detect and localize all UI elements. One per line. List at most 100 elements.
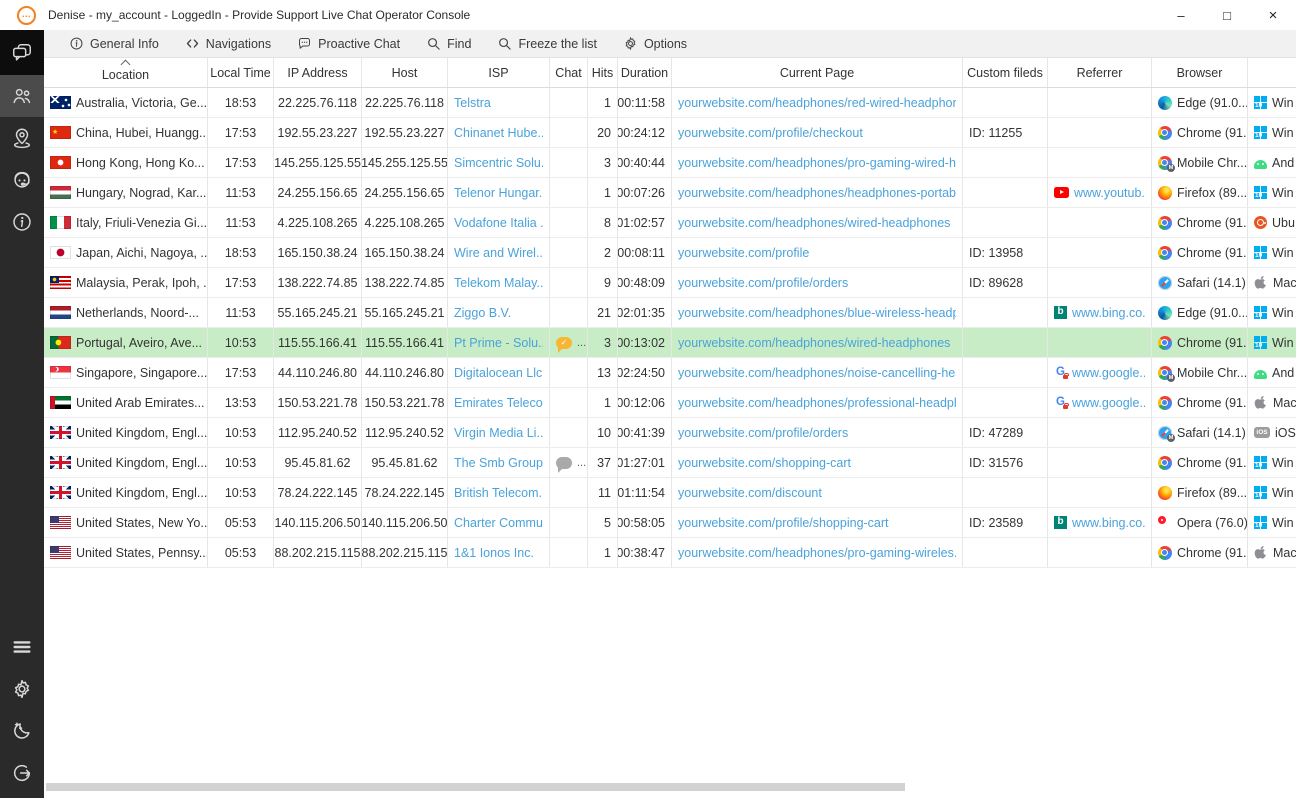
current-page-link[interactable]: yourwebsite.com/profile/orders — [678, 276, 848, 290]
freeze-list-button[interactable]: Freeze the list — [484, 30, 610, 58]
sidebar-item-geo-location[interactable] — [0, 117, 44, 159]
isp-link[interactable]: Digitalocean Llc — [454, 366, 542, 380]
current-page-link[interactable]: yourwebsite.com/headphones/blue-wireless… — [678, 306, 956, 320]
column-header-time[interactable]: Local Time — [208, 58, 274, 87]
visitor-row[interactable]: Italy, Friuli-Venezia Gi...11:534.225.10… — [44, 208, 1296, 238]
isp-link[interactable]: Telstra — [454, 96, 491, 110]
navigations-button[interactable]: Navigations — [172, 30, 284, 58]
sidebar-item-visitors[interactable] — [0, 75, 44, 117]
column-header-host[interactable]: Host — [362, 58, 448, 87]
referrer-link[interactable]: www.bing.co... — [1072, 516, 1145, 530]
current-page-link[interactable]: yourwebsite.com/profile — [678, 246, 809, 260]
os-label: Win — [1272, 486, 1294, 500]
horizontal-scrollbar-thumb[interactable] — [46, 783, 905, 791]
sidebar-item-operator[interactable] — [0, 159, 44, 201]
cell-referrer — [1048, 238, 1152, 267]
referrer-link[interactable]: www.google... — [1072, 366, 1145, 380]
current-page-link[interactable]: yourwebsite.com/headphones/wired-headpho… — [678, 336, 950, 350]
current-page-link[interactable]: yourwebsite.com/headphones/wired-headpho… — [678, 216, 950, 230]
column-header-isp[interactable]: ISP — [448, 58, 550, 87]
referrer-link[interactable]: www.google... — [1072, 396, 1145, 410]
win10-os-icon: 10 — [1254, 486, 1267, 499]
cell-browser: Firefox (89... — [1152, 478, 1248, 507]
visitor-row[interactable]: Netherlands, Noord-...11:5355.165.245.21… — [44, 298, 1296, 328]
referrer-link[interactable]: www.youtub... — [1074, 186, 1145, 200]
flag-hu-icon — [50, 186, 71, 199]
isp-link[interactable]: Virgin Media Li... — [454, 426, 543, 440]
column-header-browser[interactable]: Browser — [1152, 58, 1248, 87]
column-header-ip[interactable]: IP Address — [274, 58, 362, 87]
sidebar-item-settings[interactable] — [0, 668, 44, 710]
apple-os-icon — [1254, 545, 1268, 560]
current-page-link[interactable]: yourwebsite.com/profile/orders — [678, 426, 848, 440]
isp-link[interactable]: The Smb Group — [454, 456, 543, 470]
maximize-button[interactable]: □ — [1204, 0, 1250, 30]
column-header-os[interactable]: OS — [1248, 58, 1296, 87]
isp-link[interactable]: Telenor Hungar... — [454, 186, 543, 200]
current-page-link[interactable]: yourwebsite.com/headphones/red-wired-hea… — [678, 96, 956, 110]
flag-ae-icon — [50, 396, 71, 409]
current-page-link[interactable]: yourwebsite.com/shopping-cart — [678, 456, 851, 470]
cell-location: United Kingdom, Engl... — [44, 478, 208, 507]
visitor-row[interactable]: United Kingdom, Engl...10:5395.45.81.629… — [44, 448, 1296, 478]
isp-link[interactable]: British Telecom... — [454, 486, 543, 500]
isp-link[interactable]: Chinanet Hube... — [454, 126, 543, 140]
current-page-link[interactable]: yourwebsite.com/headphones/pro-gaming-wi… — [678, 156, 956, 170]
isp-link[interactable]: Ziggo B.V. — [454, 306, 511, 320]
column-header-loc[interactable]: Location — [44, 58, 208, 87]
visitor-row[interactable]: United Kingdom, Engl...10:53112.95.240.5… — [44, 418, 1296, 448]
isp-link[interactable]: Telekom Malay... — [454, 276, 543, 290]
visitor-row[interactable]: United States, Pennsy...05:5388.202.215.… — [44, 538, 1296, 568]
isp-link[interactable]: Simcentric Solu... — [454, 156, 543, 170]
current-page-link[interactable]: yourwebsite.com/headphones/noise-cancell… — [678, 366, 956, 380]
isp-link[interactable]: Wire and Wirel... — [454, 246, 543, 260]
current-page-link[interactable]: yourwebsite.com/headphones/headphones-po… — [678, 186, 956, 200]
isp-link[interactable]: Emirates Teleco... — [454, 396, 543, 410]
cell-isp: Telenor Hungar... — [448, 178, 550, 207]
current-page-link[interactable]: yourwebsite.com/headphones/pro-gaming-wi… — [678, 546, 956, 560]
cell-referrer — [1048, 328, 1152, 357]
column-header-custom[interactable]: Custom fileds — [963, 58, 1048, 87]
isp-link[interactable]: Vodafone Italia ... — [454, 216, 543, 230]
sidebar-item-info[interactable] — [0, 201, 44, 243]
visitor-row[interactable]: United States, New Yo...05:53140.115.206… — [44, 508, 1296, 538]
cell-browser: Edge (91.0... — [1152, 88, 1248, 117]
visitor-row[interactable]: United Kingdom, Engl...10:5378.24.222.14… — [44, 478, 1296, 508]
cell-location: Portugal, Aveiro, Ave... — [44, 328, 208, 357]
isp-link[interactable]: Pt Prime - Solu... — [454, 336, 543, 350]
column-header-chat[interactable]: Chat — [550, 58, 588, 87]
find-button[interactable]: Find — [413, 30, 484, 58]
general-info-button[interactable]: General Info — [56, 30, 172, 58]
current-page-link[interactable]: yourwebsite.com/profile/checkout — [678, 126, 863, 140]
visitor-row[interactable]: United Arab Emirates...13:53150.53.221.7… — [44, 388, 1296, 418]
visitor-row[interactable]: Malaysia, Perak, Ipoh, ...17:53138.222.7… — [44, 268, 1296, 298]
current-page-link[interactable]: yourwebsite.com/headphones/professional-… — [678, 396, 956, 410]
column-header-hits[interactable]: Hits — [588, 58, 618, 87]
options-button[interactable]: Options — [610, 30, 700, 58]
current-page-link[interactable]: yourwebsite.com/discount — [678, 486, 822, 500]
isp-link[interactable]: Charter Commu... — [454, 516, 543, 530]
visitor-row[interactable]: Portugal, Aveiro, Ave...10:53115.55.166.… — [44, 328, 1296, 358]
isp-link[interactable]: 1&1 Ionos Inc. — [454, 546, 534, 560]
visitor-row[interactable]: Australia, Victoria, Ge...18:5322.225.76… — [44, 88, 1296, 118]
visitor-row[interactable]: Singapore, Singapore...17:5344.110.246.8… — [44, 358, 1296, 388]
sidebar-item-menu[interactable] — [0, 626, 44, 668]
current-page-link[interactable]: yourwebsite.com/profile/shopping-cart — [678, 516, 889, 530]
cell-os: 10Win — [1248, 238, 1296, 267]
visitor-row[interactable]: Hungary, Nograd, Kar...11:5324.255.156.6… — [44, 178, 1296, 208]
visitor-row[interactable]: Japan, Aichi, Nagoya, ...18:53165.150.38… — [44, 238, 1296, 268]
proactive-chat-button[interactable]: Proactive Chat — [284, 30, 413, 58]
visitor-row[interactable]: China, Hubei, Huangg...17:53192.55.23.22… — [44, 118, 1296, 148]
sidebar-item-theme[interactable] — [0, 710, 44, 752]
code-brackets-icon — [185, 36, 200, 51]
os-label: And — [1272, 366, 1294, 380]
sidebar-item-logout[interactable] — [0, 752, 44, 794]
close-button[interactable]: × — [1250, 0, 1296, 30]
column-header-ref[interactable]: Referrer — [1048, 58, 1152, 87]
minimize-button[interactable]: – — [1158, 0, 1204, 30]
column-header-page[interactable]: Current Page — [672, 58, 963, 87]
visitor-row[interactable]: Hong Kong, Hong Ko...17:53145.255.125.55… — [44, 148, 1296, 178]
column-header-dur[interactable]: Duration — [618, 58, 672, 87]
sidebar-item-chats[interactable] — [0, 30, 44, 75]
referrer-link[interactable]: www.bing.co... — [1072, 306, 1145, 320]
